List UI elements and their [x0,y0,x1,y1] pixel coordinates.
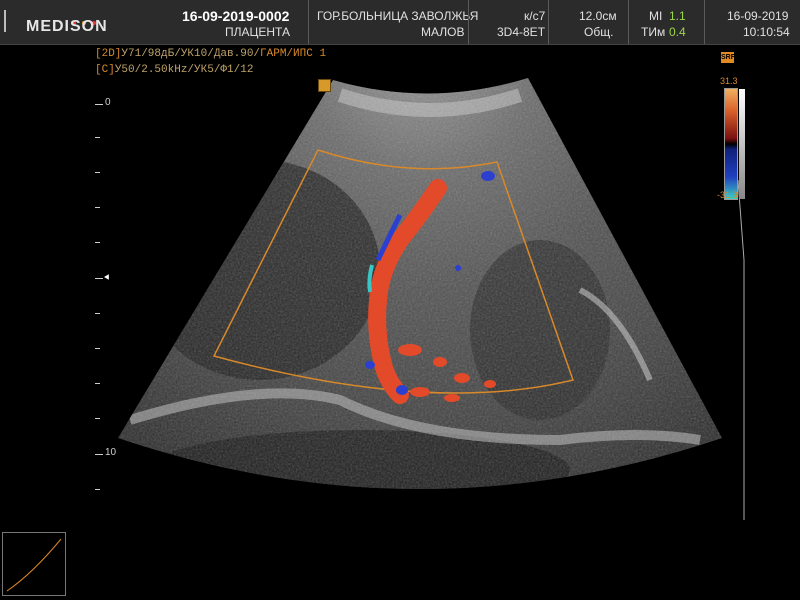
flow-spot-blue-1 [481,171,495,181]
ruler-tick [95,242,100,243]
flow-spot-red-5 [410,387,430,397]
flow-spot-blue-4 [396,385,408,395]
ruler-tick [95,418,100,419]
ultrasound-image [118,78,745,520]
gain-curve-icon [6,538,62,592]
flow-spot-red-2 [433,357,447,367]
ruler-label-0: 0 [105,97,111,108]
flow-spot-red-4 [484,380,496,388]
scale-max-label: 31.3 [720,76,738,86]
flow-spot-red-1 [398,344,422,356]
scale-gradient [725,89,737,199]
ruler-tick [95,172,100,173]
ruler-tick [95,207,100,208]
ruler-label-10: 10 [105,447,117,458]
ruler-tick [95,454,103,455]
focus-marker-icon: ⯇ [103,273,111,284]
speckle-texture [118,78,722,489]
flow-spot-blue-2 [365,361,375,369]
flow-spot-red-6 [444,394,460,402]
ruler-tick [95,313,100,314]
ruler-tick [95,104,103,105]
ruler-tick [95,137,100,138]
flow-spot-red-3 [454,373,470,383]
srf-badge: SRF [721,52,735,63]
scale-gray [739,89,745,199]
ruler-tick [95,383,100,384]
ruler-tick [95,489,100,490]
gain-curve-box [2,532,66,596]
ruler-tick [95,348,100,349]
ruler-tick [95,278,103,279]
roi-marker-icon [318,79,331,92]
scale-min-label: -31.3 [717,190,738,200]
velocity-color-scale [724,88,745,200]
depth-guide-line [737,179,745,520]
flow-spot-blue-3 [455,265,461,271]
